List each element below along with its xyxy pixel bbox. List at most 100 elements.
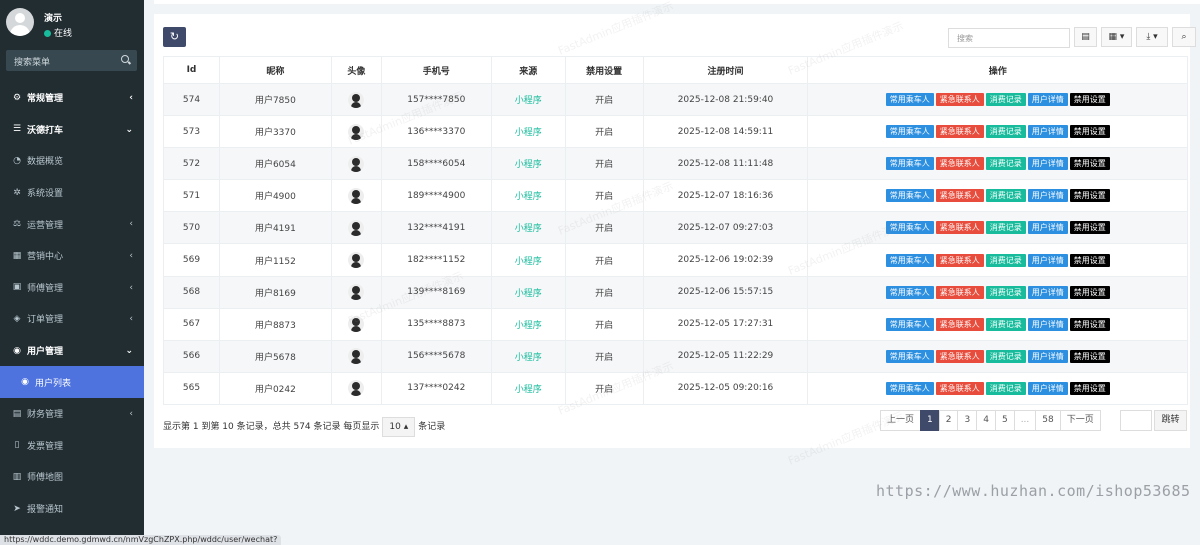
frequent-passenger-button[interactable]: 常用乘车人 <box>885 253 934 267</box>
emergency-contact-button[interactable]: 紧急联系人 <box>935 285 984 299</box>
sidebar-item[interactable]: ⚖ 运营管理 ‹ <box>0 208 144 240</box>
next-page-button[interactable]: 下一页 <box>1059 410 1101 431</box>
search-icon[interactable] <box>121 55 129 63</box>
user-detail-button[interactable]: 用户详情 <box>1027 285 1068 299</box>
sidebar-item[interactable]: ▣ 师傅管理 ‹ <box>0 272 144 304</box>
sidebar-item[interactable]: ▤ 财务管理 ‹ <box>0 398 144 430</box>
jump-page-input[interactable] <box>1120 410 1152 431</box>
emergency-contact-button[interactable]: 紧急联系人 <box>935 157 984 171</box>
ban-setting-button[interactable]: 禁用设置 <box>1069 93 1110 107</box>
frequent-passenger-button[interactable]: 常用乘车人 <box>885 381 934 395</box>
page-button[interactable]: 3 <box>957 410 978 431</box>
avatar[interactable] <box>6 8 34 36</box>
emergency-contact-button[interactable]: 紧急联系人 <box>935 317 984 331</box>
avatar-image[interactable] <box>348 252 365 269</box>
ban-setting-button[interactable]: 禁用设置 <box>1069 349 1110 363</box>
columns-button[interactable]: ▦ ▾ <box>1101 27 1132 47</box>
frequent-passenger-button[interactable]: 常用乘车人 <box>885 349 934 363</box>
ban-setting-button[interactable]: 禁用设置 <box>1069 157 1110 171</box>
consumption-record-button[interactable]: 消费记录 <box>985 381 1026 395</box>
column-header[interactable]: 禁用设置 <box>564 56 644 84</box>
avatar-image[interactable] <box>348 380 365 397</box>
menu-search-input[interactable]: 搜索菜单 <box>6 50 137 71</box>
frequent-passenger-button[interactable]: 常用乘车人 <box>885 189 934 203</box>
avatar-image[interactable] <box>348 91 365 108</box>
ban-setting-button[interactable]: 禁用设置 <box>1069 285 1110 299</box>
user-detail-button[interactable]: 用户详情 <box>1027 349 1068 363</box>
table-search-input[interactable]: 搜索 <box>948 28 1070 48</box>
sidebar-item[interactable]: ☰ 沃德打车 ⌄ <box>0 114 144 146</box>
jump-button[interactable]: 跳转 <box>1154 410 1187 431</box>
sidebar-item[interactable]: ▯ 发票管理 <box>0 430 144 462</box>
sidebar-item[interactable]: ◉ 用户管理 ⌄ <box>0 335 144 367</box>
consumption-record-button[interactable]: 消费记录 <box>985 285 1026 299</box>
page-button[interactable]: 4 <box>976 410 996 431</box>
emergency-contact-button[interactable]: 紧急联系人 <box>935 221 984 235</box>
page-button[interactable]: 5 <box>994 410 1015 431</box>
user-detail-button[interactable]: 用户详情 <box>1027 93 1068 107</box>
sidebar-item[interactable]: ◉ 用户列表 <box>0 366 144 398</box>
sidebar-item[interactable]: ✲ 系统设置 <box>0 177 144 209</box>
consumption-record-button[interactable]: 消费记录 <box>985 125 1026 139</box>
column-header[interactable]: Id <box>163 56 220 84</box>
consumption-record-button[interactable]: 消费记录 <box>985 93 1026 107</box>
ban-setting-button[interactable]: 禁用设置 <box>1069 381 1110 395</box>
column-header[interactable]: 操作 <box>807 56 1188 84</box>
frequent-passenger-button[interactable]: 常用乘车人 <box>885 125 934 139</box>
sidebar-item[interactable]: ▦ 营销中心 ‹ <box>0 240 144 272</box>
emergency-contact-button[interactable]: 紧急联系人 <box>935 349 984 363</box>
refresh-button[interactable]: ↻ <box>163 27 186 47</box>
consumption-record-button[interactable]: 消费记录 <box>985 317 1026 331</box>
page-button[interactable]: 58 <box>1035 410 1061 431</box>
frequent-passenger-button[interactable]: 常用乘车人 <box>885 317 934 331</box>
consumption-record-button[interactable]: 消费记录 <box>985 189 1026 203</box>
column-header[interactable]: 头像 <box>330 56 382 84</box>
avatar-image[interactable] <box>348 348 365 365</box>
frequent-passenger-button[interactable]: 常用乘车人 <box>885 93 934 107</box>
column-header[interactable]: 昵称 <box>218 56 332 84</box>
advanced-search-button[interactable]: ⌕ <box>1172 27 1196 47</box>
avatar-image[interactable] <box>348 316 365 333</box>
emergency-contact-button[interactable]: 紧急联系人 <box>935 93 984 107</box>
emergency-contact-button[interactable]: 紧急联系人 <box>935 253 984 267</box>
sidebar-item[interactable]: ◈ 订单管理 ‹ <box>0 303 144 335</box>
column-header[interactable]: 手机号 <box>380 56 492 84</box>
emergency-contact-button[interactable]: 紧急联系人 <box>935 189 984 203</box>
frequent-passenger-button[interactable]: 常用乘车人 <box>885 285 934 299</box>
toggle-view-button[interactable]: ▤ <box>1074 27 1097 47</box>
avatar-image[interactable] <box>348 123 365 140</box>
sidebar-item[interactable]: ▥ 师傅地图 <box>0 461 144 493</box>
column-header[interactable]: 来源 <box>490 56 566 84</box>
page-button[interactable]: 1 <box>920 410 940 431</box>
ban-setting-button[interactable]: 禁用设置 <box>1069 221 1110 235</box>
consumption-record-button[interactable]: 消费记录 <box>985 253 1026 267</box>
avatar-image[interactable] <box>348 155 365 172</box>
frequent-passenger-button[interactable]: 常用乘车人 <box>885 221 934 235</box>
user-detail-button[interactable]: 用户详情 <box>1027 157 1068 171</box>
ban-setting-button[interactable]: 禁用设置 <box>1069 189 1110 203</box>
page-button[interactable]: 2 <box>938 410 959 431</box>
user-detail-button[interactable]: 用户详情 <box>1027 317 1068 331</box>
ban-setting-button[interactable]: 禁用设置 <box>1069 125 1110 139</box>
user-detail-button[interactable]: 用户详情 <box>1027 125 1068 139</box>
avatar-image[interactable] <box>348 187 365 204</box>
ban-setting-button[interactable]: 禁用设置 <box>1069 253 1110 267</box>
ban-setting-button[interactable]: 禁用设置 <box>1069 317 1110 331</box>
user-detail-button[interactable]: 用户详情 <box>1027 381 1068 395</box>
sidebar-item[interactable]: ◔ 数据概览 <box>0 145 144 177</box>
avatar-image[interactable] <box>348 284 365 301</box>
consumption-record-button[interactable]: 消费记录 <box>985 349 1026 363</box>
avatar-image[interactable] <box>348 219 365 236</box>
emergency-contact-button[interactable]: 紧急联系人 <box>935 381 984 395</box>
prev-page-button[interactable]: 上一页 <box>880 410 922 431</box>
export-button[interactable]: ⤓ ▾ <box>1136 27 1168 47</box>
emergency-contact-button[interactable]: 紧急联系人 <box>935 125 984 139</box>
frequent-passenger-button[interactable]: 常用乘车人 <box>885 157 934 171</box>
user-detail-button[interactable]: 用户详情 <box>1027 253 1068 267</box>
column-header[interactable]: 注册时间 <box>642 56 809 84</box>
page-size-select[interactable]: 10 ▴ <box>382 417 416 437</box>
consumption-record-button[interactable]: 消费记录 <box>985 221 1026 235</box>
consumption-record-button[interactable]: 消费记录 <box>985 157 1026 171</box>
sidebar-item[interactable]: ➤ 报警通知 <box>0 493 144 525</box>
user-detail-button[interactable]: 用户详情 <box>1027 221 1068 235</box>
